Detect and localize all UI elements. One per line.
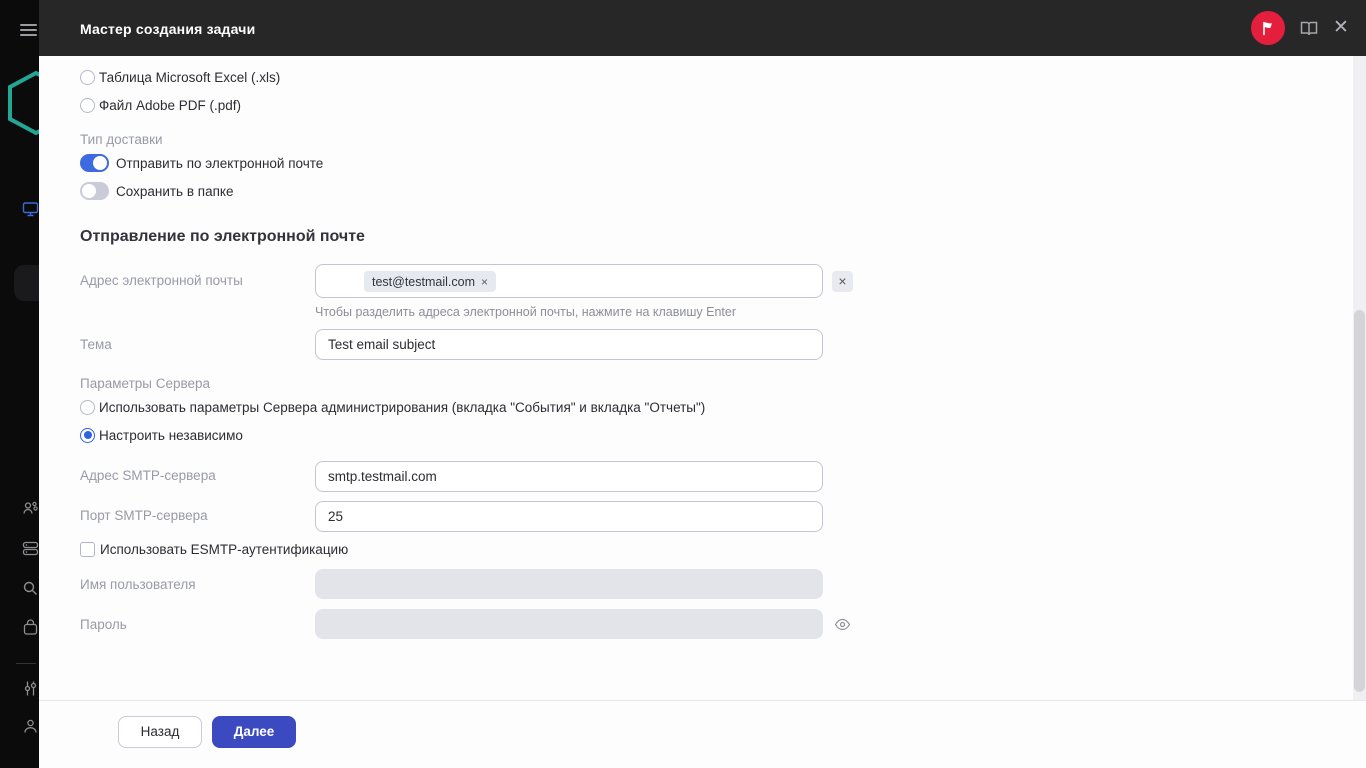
toggle-send-email-label: Отправить по электронной почте [116, 156, 324, 171]
radio-format-pdf[interactable] [80, 98, 95, 113]
show-password-icon [834, 618, 851, 631]
server-params-label: Параметры Сервера [80, 376, 211, 391]
email-helper-text: Чтобы разделить адреса электронной почты… [315, 305, 736, 319]
username-label: Имя пользователя [80, 577, 196, 592]
smtp-port-label: Порт SMTP-сервера [80, 508, 208, 523]
subject-input[interactable] [315, 329, 823, 360]
users-icon[interactable] [22, 500, 39, 517]
close-icon[interactable]: ✕ [1331, 18, 1351, 38]
toggle-save-folder-label: Сохранить в папке [116, 184, 234, 199]
esmtp-checkbox-label: Использовать ESMTP-аутентификацию [100, 542, 349, 557]
radio-configure-independently-label: Настроить независимо [99, 428, 243, 443]
toggle-save-folder[interactable] [80, 182, 109, 200]
password-label: Пароль [80, 617, 127, 632]
password-input [315, 609, 823, 639]
flag-icon [1263, 21, 1272, 36]
menu-icon[interactable] [20, 24, 37, 36]
settings-icon[interactable] [22, 680, 39, 697]
task-wizard-modal: Мастер создания задачи ✕ Таблица Microso… [39, 0, 1366, 768]
book-icon[interactable] [1299, 18, 1319, 38]
email-chip-label: test@testmail.com [372, 274, 475, 289]
next-button-label: Далее [233, 724, 275, 739]
radio-use-admin-server[interactable] [80, 400, 95, 415]
username-input [315, 569, 823, 599]
scrollbar-thumb[interactable] [1354, 310, 1365, 692]
account-icon[interactable] [22, 718, 39, 735]
radio-format-xls[interactable] [80, 70, 95, 85]
smtp-address-label: Адрес SMTP-сервера [80, 468, 216, 483]
radio-use-admin-server-label: Использовать параметры Сервера администр… [99, 400, 706, 415]
kaspersky-logo-icon [8, 70, 39, 136]
sidebar-divider [16, 663, 36, 664]
chip-remove-icon[interactable]: × [481, 275, 488, 289]
notification-badge[interactable] [1251, 11, 1285, 45]
section-heading: Отправление по электронной почте [80, 228, 365, 245]
radio-configure-independently[interactable] [80, 428, 95, 443]
back-button-label: Назад [140, 724, 180, 739]
sidebar [0, 0, 39, 768]
modal-title: Мастер создания задачи [80, 21, 256, 37]
email-chip[interactable]: test@testmail.com × [364, 271, 497, 292]
subject-label: Тема [80, 337, 112, 352]
search-icon[interactable] [22, 580, 39, 597]
modal-header: Мастер создания задачи ✕ [39, 0, 1366, 56]
footer-divider [39, 700, 1366, 701]
next-button[interactable]: Далее [212, 716, 296, 748]
email-address-label: Адрес электронной почты [80, 273, 243, 288]
scrollbar[interactable] [1353, 56, 1366, 700]
back-button[interactable]: Назад [118, 716, 202, 748]
radio-format-pdf-label: Файл Adobe PDF (.pdf) [99, 98, 241, 113]
radio-format-xls-label: Таблица Microsoft Excel (.xls) [99, 70, 281, 85]
esmtp-checkbox[interactable] [80, 542, 95, 557]
devices-icon[interactable] [22, 201, 39, 218]
app-window: Мастер создания задачи ✕ Таблица Microso… [0, 0, 1366, 768]
marketplace-icon[interactable] [22, 619, 39, 636]
smtp-address-input[interactable] [315, 461, 823, 492]
clear-field-icon[interactable]: × [832, 271, 853, 292]
smtp-port-input[interactable] [315, 501, 823, 532]
delivery-type-label: Тип доставки [80, 132, 163, 147]
sidebar-selected-item[interactable] [14, 265, 39, 301]
toggle-send-email[interactable] [80, 154, 109, 172]
repositories-icon[interactable] [22, 540, 39, 557]
